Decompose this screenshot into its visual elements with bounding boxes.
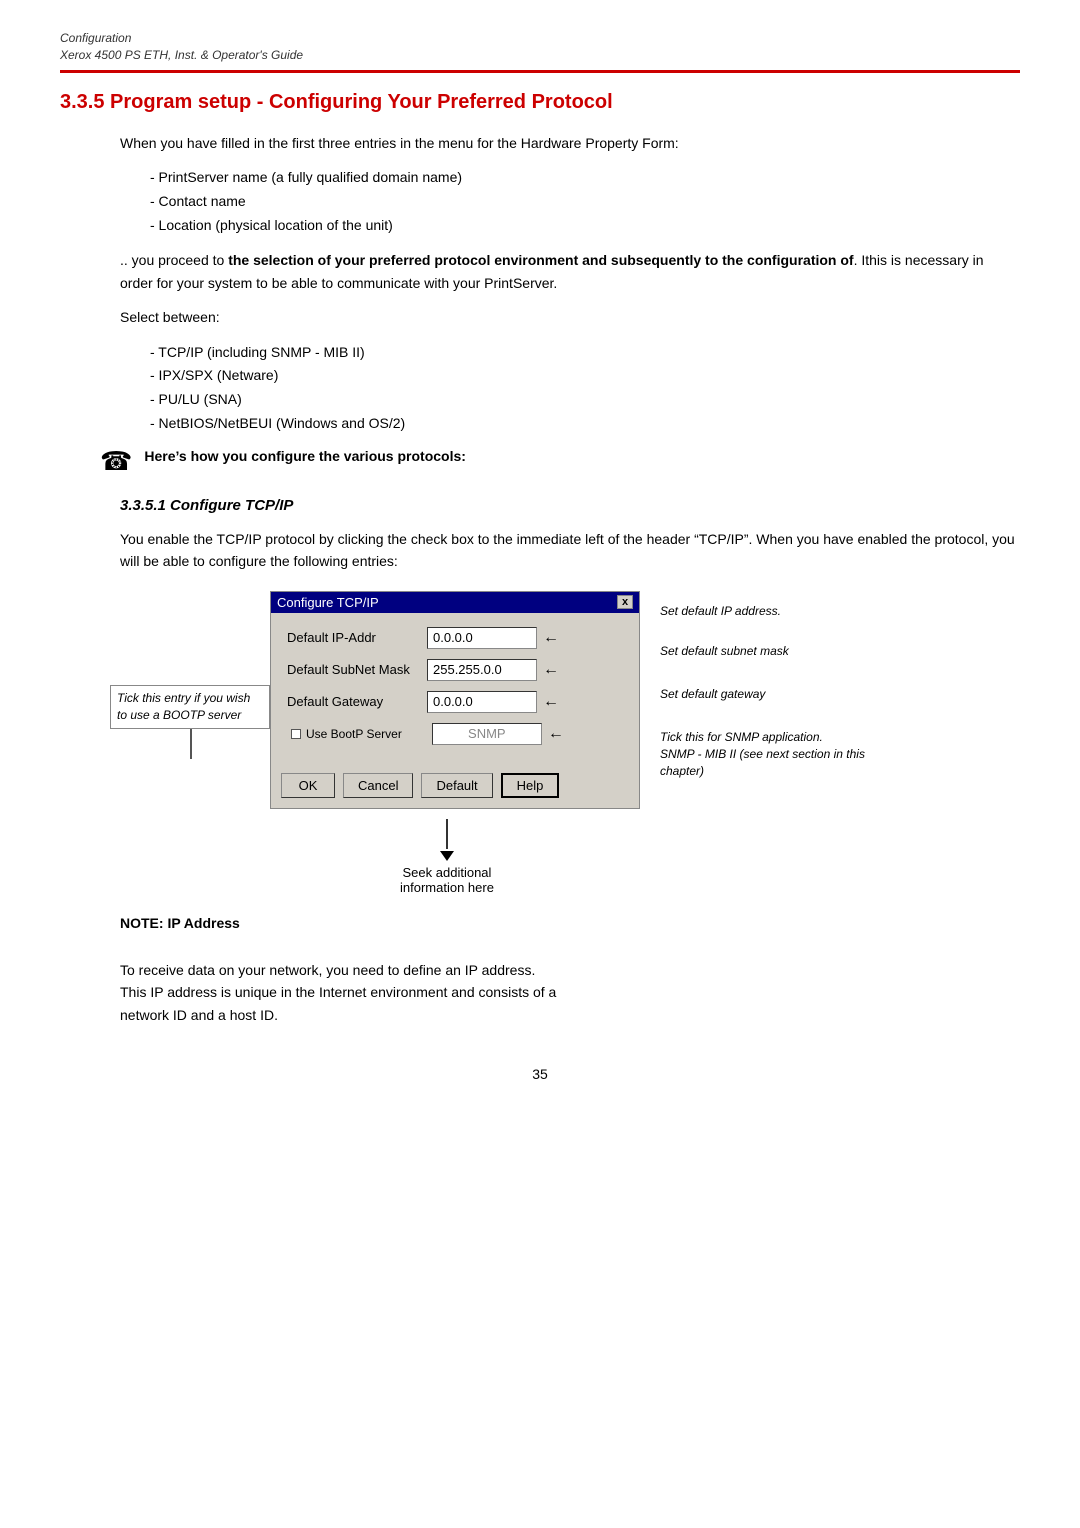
section-title-text: Program setup - Configuring Your Preferr… [110, 91, 613, 113]
intro-para2-bold: the selection of your preferred protocol… [228, 252, 853, 268]
bullet-item: - Location (physical location of the uni… [150, 214, 1020, 238]
left-annotation: Tick this entry if you wish to use a BOO… [110, 685, 270, 729]
subsection-title: 3.3.5.1 Configure TCP/IP [120, 497, 1020, 514]
arrow-ip: ← [543, 629, 559, 647]
bootp-checkbox[interactable] [291, 729, 301, 739]
annot-ip: Set default IP address. [660, 603, 880, 620]
default-button[interactable]: Default [421, 773, 492, 798]
page-number: 35 [60, 1066, 1020, 1082]
dialog-close-button[interactable]: x [617, 595, 633, 609]
label-ip-addr: Default IP-Addr [287, 630, 427, 645]
diagram-area: Tick this entry if you wish to use a BOO… [120, 591, 1020, 809]
dialog-row-gateway: Default Gateway ← [287, 691, 623, 713]
dialog-title: Configure TCP/IP [277, 595, 379, 610]
seek-annotation: Seek additional information here [400, 865, 494, 895]
dialog-body: Default IP-Addr ← Default SubNet Mask ← … [271, 613, 639, 765]
ok-button[interactable]: OK [281, 773, 335, 798]
arrow-subnet: ← [543, 661, 559, 679]
bullet-list-2: - TCP/IP (including SNMP - MIB II) - IPX… [150, 341, 1020, 436]
bootp-label: Use BootP Server [306, 727, 402, 741]
input-subnet[interactable] [427, 659, 537, 681]
bullet-item: - Contact name [150, 190, 1020, 214]
annot-subnet: Set default subnet mask [660, 643, 880, 660]
bullet-item: - IPX/SPX (Netware) [150, 364, 1020, 388]
dialog-buttons: OK Cancel Default Help [271, 765, 639, 808]
arrow-down-icon [440, 851, 454, 861]
header-line1: Configuration [60, 30, 1020, 47]
section-title: 3.3.5 Program setup - Configuring Your P… [60, 91, 1020, 114]
note-icon: ☎ [100, 446, 132, 477]
label-gateway: Default Gateway [287, 694, 427, 709]
dialog-row-ip: Default IP-Addr ← [287, 627, 623, 649]
bullet-item: - PrintServer name (a fully qualified do… [150, 166, 1020, 190]
intro-para2: .. you proceed to the selection of your … [120, 249, 1020, 294]
bullet-item: - NetBIOS/NetBEUI (Windows and OS/2) [150, 412, 1020, 436]
intro-para1: When you have filled in the first three … [120, 132, 1020, 154]
right-annotations: Set default IP address. Set default subn… [660, 591, 880, 780]
dialog-titlebar: Configure TCP/IP x [271, 592, 639, 613]
bullet-item: - PU/LU (SNA) [150, 388, 1020, 412]
input-ip-addr[interactable] [427, 627, 537, 649]
left-annotation-container: Tick this entry if you wish to use a BOO… [110, 685, 270, 759]
bullet-item: - TCP/IP (including SNMP - MIB II) [150, 341, 1020, 365]
intro-para3-text: Select between: [120, 309, 220, 325]
tcpip-intro: You enable the TCP/IP protocol by clicki… [120, 528, 1020, 573]
note-ip-body-text: To receive data on your network, you nee… [120, 962, 556, 1023]
section-number: 3.3.5 [60, 91, 104, 113]
arrow-snmp: ← [548, 725, 564, 743]
input-gateway[interactable] [427, 691, 537, 713]
annot-snmp: Tick this for SNMP application. SNMP - M… [660, 729, 880, 779]
help-button[interactable]: Help [501, 773, 560, 798]
configure-tcpip-dialog: Configure TCP/IP x Default IP-Addr ← Def… [270, 591, 640, 809]
red-divider [60, 70, 1020, 73]
header-line2: Xerox 4500 PS ETH, Inst. & Operator's Gu… [60, 47, 1020, 64]
arrow-line-down [446, 819, 448, 849]
header-meta: Configuration Xerox 4500 PS ETH, Inst. &… [60, 30, 1020, 64]
intro-para3: Select between: [120, 306, 1020, 328]
cancel-button[interactable]: Cancel [343, 773, 413, 798]
subsection-number: 3.3.5.1 [120, 497, 166, 514]
intro-para2-prefix: .. you proceed to [120, 252, 228, 268]
seek-info-area: Seek additional information here [400, 819, 1020, 895]
annot-gateway: Set default gateway [660, 686, 880, 703]
dialog-row-subnet: Default SubNet Mask ← [287, 659, 623, 681]
configure-note-row: ☎ Here’s how you configure the various p… [100, 448, 1020, 477]
arrow-gateway: ← [543, 693, 559, 711]
left-annotation-line [190, 729, 192, 759]
note-ip-body: To receive data on your network, you nee… [120, 937, 1020, 1027]
seek-arrow-container: Seek additional information here [400, 819, 494, 895]
tcpip-intro-text: You enable the TCP/IP protocol by clicki… [120, 531, 1015, 569]
note-ip-title: NOTE: IP Address [120, 915, 1020, 931]
snmp-input[interactable] [432, 723, 542, 745]
label-subnet: Default SubNet Mask [287, 662, 427, 677]
bullet-list-1: - PrintServer name (a fully qualified do… [150, 166, 1020, 237]
bootp-snmp-row: Use BootP Server ← [287, 723, 623, 745]
note-text: Here’s how you configure the various pro… [144, 448, 466, 464]
intro-para1-text: When you have filled in the first three … [120, 135, 679, 151]
subsection-title-text: Configure TCP/IP [170, 497, 293, 514]
